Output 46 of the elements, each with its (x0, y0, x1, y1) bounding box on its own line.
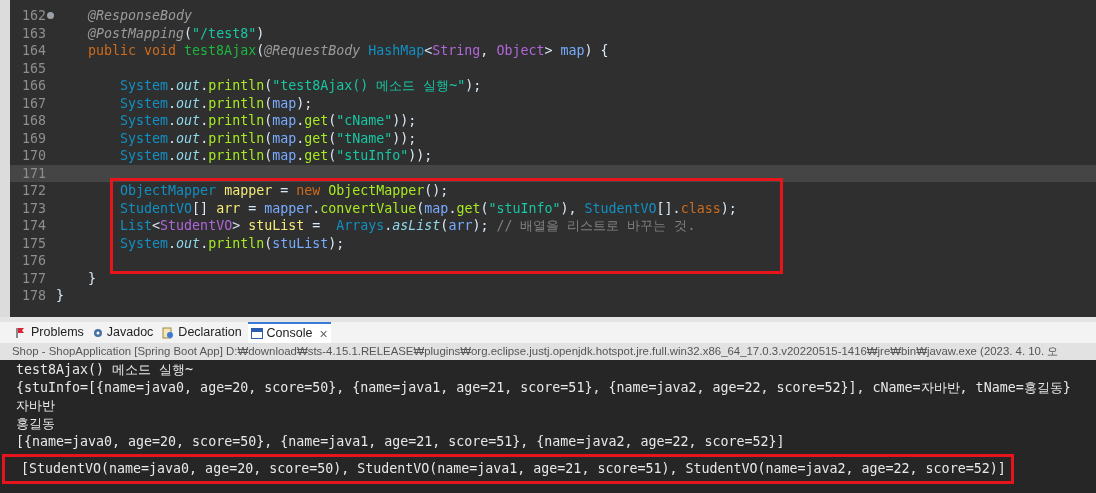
console-output-line: 홍길동 (16, 416, 55, 431)
console-output-line: [{name=java0, age=20, score=50}, {name=java1, age=21, score=51}, {name=java2, age=22, score=52}] (16, 434, 785, 449)
close-icon[interactable]: × (319, 326, 328, 341)
line-number: 173 (20, 199, 46, 217)
view-tab[interactable]: Declaration (159, 322, 245, 343)
line-number: 168 (20, 112, 46, 130)
view-tab[interactable]: Problems (12, 322, 87, 343)
line-number: 176 (20, 252, 46, 270)
code-line: System.out.println("test8Ajax() 메소드 실행~"); (119, 77, 482, 95)
code-line: System.out.println(map.get("cName")); (119, 112, 417, 130)
warning-flag-icon (15, 326, 27, 339)
launch-info: Shop - ShopApplication [Spring Boot App] D:₩download₩sts-4.15.1.RELEASE₩plugins₩org.eclipse.justj.openjdk.hotspot.jre.full.win32.x86_64_17.0.3.v20220515-1416₩jre₩bin₩javaw.exe (2023. 4. 10. 오 (0, 343, 1096, 360)
code-line: ObjectMapper mapper = new ObjectMapper(); (119, 182, 449, 200)
line-number: 164 (20, 42, 46, 60)
code-line: System.out.println(map.get("stuInfo")); (119, 147, 433, 165)
code-line: System.out.println(stuList); (119, 234, 345, 252)
line-number: 169 (20, 129, 46, 147)
line-number: 163 (20, 24, 46, 42)
line-number: 166 (20, 77, 46, 95)
console-output-line: test8Ajax() 메소드 실행~ (16, 362, 194, 377)
code-line: @ResponseBody (87, 7, 193, 25)
console-output-line: [StudentVO(name=java0, age=20, score=50), StudentVO(name=java1, age=21, score=51), StudentVO(name=java2, age=22, score=52)] (21, 461, 1006, 476)
line-number: 171 (20, 164, 46, 182)
declaration-icon (162, 326, 175, 339)
code-line: List<StudentVO> stuList = Arrays.asList(arr); // 배열을 리스트로 바꾸는 것. (119, 217, 696, 235)
line-number: 170 (20, 147, 46, 165)
view-tab[interactable]: Javadoc (89, 322, 157, 343)
code-line: System.out.println(map.get("tName")); (119, 129, 417, 147)
line-number: 172 (20, 182, 46, 200)
line-number: 178 (20, 287, 46, 305)
line-number: 162 (20, 7, 46, 25)
code-line: StudentVO[] arr = mapper.convertValue(map.get("stuInfo"), StudentVO[].class); (119, 199, 737, 217)
console-icon (250, 328, 263, 339)
line-number: 165 (20, 59, 46, 77)
line-number: 175 (20, 234, 46, 252)
view-tab[interactable]: Console × (247, 322, 331, 343)
code-line: public void test8Ajax(@RequestBody HashMap<String, Object> map) { (87, 42, 609, 60)
line-number: 177 (20, 269, 46, 287)
code-line: } (56, 287, 64, 305)
console-output-line: 자바반 (16, 398, 55, 413)
console-output-line: {stuInfo=[{name=java0, age=20, score=50}, {name=java1, age=21, score=51}, {name=java2, age=22, score=52}], cName=자바반, tName=홍길동} (16, 380, 1071, 395)
line-number: 167 (20, 94, 46, 112)
line-number: 174 (20, 217, 46, 235)
code-line: System.out.println(map); (119, 94, 313, 112)
code-line: } (87, 269, 97, 287)
code-line: @PostMapping("/test8") (87, 24, 265, 42)
